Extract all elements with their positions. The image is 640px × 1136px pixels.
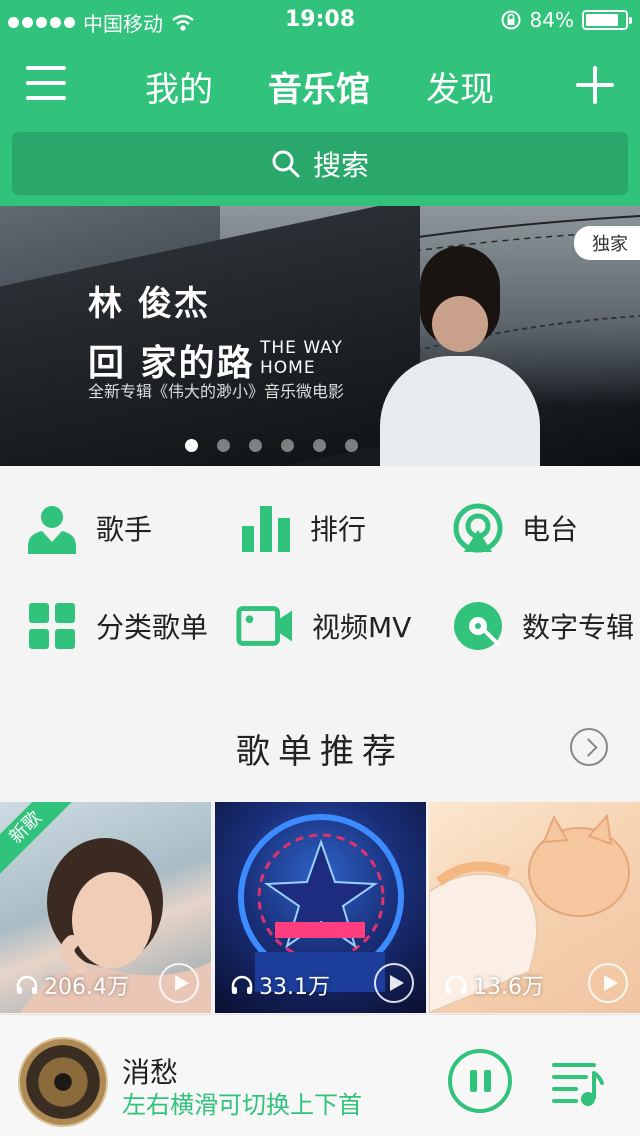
video-icon (236, 606, 293, 646)
pager-dot (217, 439, 230, 452)
pager-dot (313, 439, 326, 452)
rotation-lock-icon (501, 10, 521, 30)
singer-icon (28, 506, 76, 554)
category-singer[interactable]: 歌手 (26, 502, 152, 554)
search-bar[interactable]: 搜索 (12, 132, 628, 195)
chart-icon (242, 506, 290, 552)
category-video[interactable]: 视频MV (236, 600, 411, 652)
radio-icon (453, 503, 503, 553)
play-count: 206.4万 (16, 969, 129, 1001)
play-icon[interactable] (588, 963, 628, 1003)
tab-mine[interactable]: 我的 (145, 62, 213, 111)
swipe-hint: 左右横滑可切换上下首 (122, 1091, 362, 1119)
artist-photo (380, 246, 540, 466)
category-playlists[interactable]: 分类歌单 (26, 600, 208, 652)
header: 中国移动 19:08 84% 我的 音乐馆 发现 搜索 (0, 0, 640, 206)
play-count: 33.1万 (231, 969, 330, 1001)
pager-dot (345, 439, 358, 452)
banner-artist: 林 俊杰 (88, 284, 210, 324)
search-placeholder: 搜索 (312, 148, 369, 182)
tab-discover[interactable]: 发现 (426, 62, 494, 111)
add-icon[interactable] (576, 66, 614, 104)
headphones-icon (445, 975, 467, 994)
menu-icon[interactable] (26, 66, 66, 102)
playlist-card[interactable]: 新歌 206.4万 (0, 802, 211, 1013)
more-arrow-icon[interactable] (570, 728, 608, 766)
pager-dot (281, 439, 294, 452)
pager-dot (185, 439, 198, 452)
status-bar: 中国移动 19:08 84% (0, 0, 640, 40)
section-title: 歌单推荐 (236, 732, 404, 772)
banner-title-en: THE WAY HOME (260, 338, 343, 378)
play-count: 13.6万 (445, 969, 544, 1001)
album-cover[interactable] (18, 1037, 108, 1127)
pager-dot (249, 439, 262, 452)
headphones-icon (16, 975, 38, 994)
battery-percent: 84% (529, 8, 574, 32)
play-icon[interactable] (159, 963, 199, 1003)
category-digital-album[interactable]: 数字专辑 (452, 600, 634, 652)
playlist-icon[interactable] (552, 1057, 604, 1109)
battery-icon (582, 10, 632, 30)
album-icon (454, 602, 502, 650)
top-nav: 我的 音乐馆 发现 (0, 56, 640, 116)
play-icon[interactable] (374, 963, 414, 1003)
banner-subtitle: 全新专辑《伟大的渺小》音乐微电影 (88, 382, 345, 401)
playlist-card[interactable]: 33.1万 (215, 802, 426, 1013)
pause-button[interactable] (448, 1049, 512, 1113)
category-ranking[interactable]: 排行 (240, 502, 366, 554)
search-icon (272, 150, 300, 177)
category-radio[interactable]: 电台 (452, 502, 578, 554)
carousel-pager (185, 439, 358, 452)
exclusive-badge: 独家 (574, 226, 640, 260)
headphones-icon (231, 975, 253, 994)
tab-music-hall[interactable]: 音乐馆 (268, 62, 370, 111)
mini-player[interactable]: 消愁 左右横滑可切换上下首 (0, 1014, 640, 1136)
banner-carousel[interactable]: 林 俊杰 回 家的路 THE WAY HOME 全新专辑《伟大的渺小》音乐微电影… (0, 206, 640, 466)
playlist-card[interactable]: 13.6万 (429, 802, 640, 1013)
category-icon (29, 603, 75, 649)
